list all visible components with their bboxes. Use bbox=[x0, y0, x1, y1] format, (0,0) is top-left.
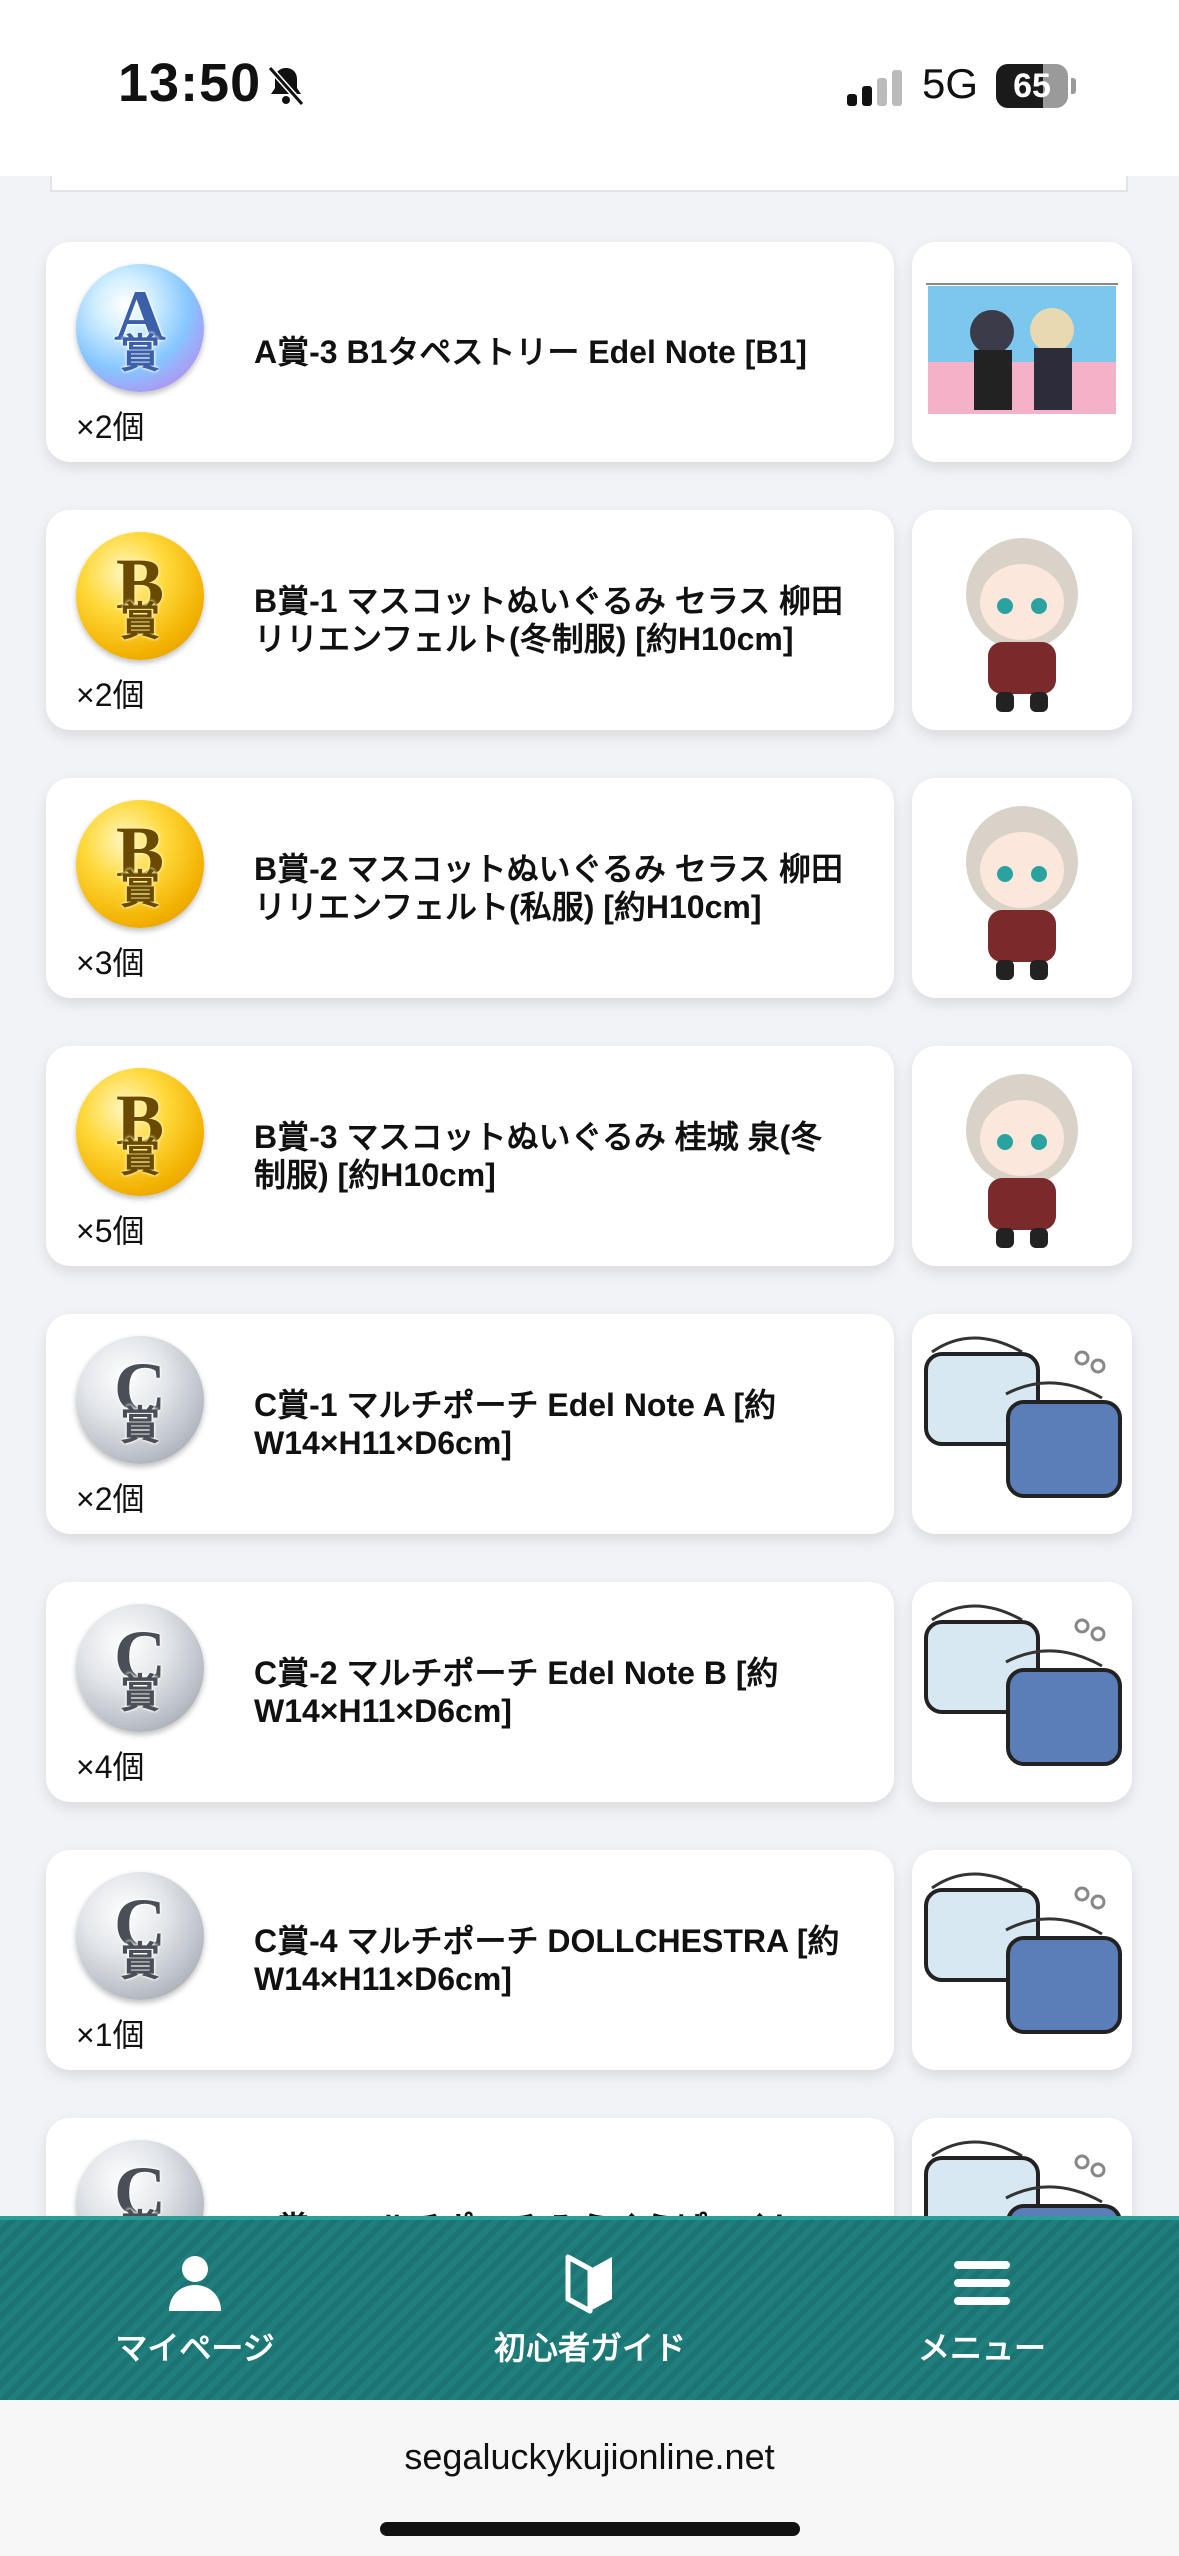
home-indicator[interactable] bbox=[380, 2522, 800, 2536]
bottom-nav: マイページ 初心者ガイド メニュー bbox=[0, 2216, 1179, 2400]
grade-kanji: 賞 bbox=[120, 1671, 160, 1716]
prize-count: ×2個 bbox=[76, 409, 145, 445]
prize-card[interactable]: C 賞 ×1個 C賞-4 マルチポーチ DOLLCHESTRA [約W14×H1… bbox=[46, 1850, 894, 2070]
prize-count: ×2個 bbox=[76, 677, 145, 713]
grade-kanji: 賞 bbox=[120, 1939, 160, 1984]
prize-thumbnail-plush-image[interactable] bbox=[912, 510, 1132, 730]
prize-title: C賞-2 マルチポーチ Edel Note B [約W14×H11×D6cm] bbox=[254, 1655, 779, 1729]
prize-row[interactable]: B 賞 ×3個 B賞-2 マスコットぬいぐるみ セラス 柳田 リリエンフェルト(… bbox=[46, 778, 1132, 998]
pouch-image-icon bbox=[912, 1582, 1132, 1802]
grade-kanji: 賞 bbox=[120, 1135, 160, 1180]
prize-thumbnail-pouch-image[interactable] bbox=[912, 1850, 1132, 2070]
nav-beginner-guide[interactable]: 初心者ガイド bbox=[440, 2220, 740, 2400]
prize-thumbnail-plush-image[interactable] bbox=[912, 1046, 1132, 1266]
prize-card[interactable]: B 賞 ×2個 B賞-1 マスコットぬいぐるみ セラス 柳田 リリエンフェルト(… bbox=[46, 510, 894, 730]
prize-row[interactable]: A 賞 ×2個 A賞-3 B1タペストリー Edel Note [B1] bbox=[46, 242, 1132, 462]
prize-thumbnail-pouch-image[interactable] bbox=[912, 1314, 1132, 1534]
prize-title: B賞-1 マスコットぬいぐるみ セラス 柳田 リリエンフェルト(冬制服) [約H… bbox=[254, 583, 843, 657]
prize-count: ×2個 bbox=[76, 1481, 145, 1517]
prize-grade-badge-icon: B 賞 bbox=[76, 800, 204, 928]
prize-count: ×1個 bbox=[76, 2017, 145, 2053]
prize-row[interactable]: C 賞 ×2個 C賞-1 マルチポーチ Edel Note A [約W14×H1… bbox=[46, 1314, 1132, 1534]
prize-count: ×5個 bbox=[76, 1213, 145, 1249]
prize-row[interactable]: B 賞 ×5個 B賞-3 マスコットぬいぐるみ 桂城 泉(冬制服) [約H10c… bbox=[46, 1046, 1132, 1266]
prize-card[interactable]: C 賞 ×2個 C賞-1 マルチポーチ Edel Note A [約W14×H1… bbox=[46, 1314, 894, 1534]
prize-card[interactable]: A 賞 ×2個 A賞-3 B1タペストリー Edel Note [B1] bbox=[46, 242, 894, 462]
tapestry-image-icon bbox=[912, 242, 1132, 462]
prize-thumbnail-plush-image[interactable] bbox=[912, 778, 1132, 998]
prize-row[interactable]: B 賞 ×2個 B賞-1 マスコットぬいぐるみ セラス 柳田 リリエンフェルト(… bbox=[46, 510, 1132, 730]
previous-panel-edge bbox=[50, 176, 1128, 192]
prize-grade-badge-icon: B 賞 bbox=[76, 532, 204, 660]
prize-grade-badge-icon: C 賞 bbox=[76, 1604, 204, 1732]
prize-card[interactable]: B 賞 ×3個 B賞-2 マスコットぬいぐるみ セラス 柳田 リリエンフェルト(… bbox=[46, 778, 894, 998]
prize-card[interactable]: C 賞 ×4個 C賞-2 マルチポーチ Edel Note B [約W14×H1… bbox=[46, 1582, 894, 1802]
user-icon bbox=[169, 2256, 221, 2311]
prize-count: ×4個 bbox=[76, 1749, 145, 1785]
prize-card[interactable]: B 賞 ×5個 B賞-3 マスコットぬいぐるみ 桂城 泉(冬制服) [約H10c… bbox=[46, 1046, 894, 1266]
plush-image-icon bbox=[912, 510, 1132, 730]
prize-count: ×3個 bbox=[76, 945, 145, 981]
prize-row[interactable]: C 賞 ×1個 C賞-4 マルチポーチ DOLLCHESTRA [約W14×H1… bbox=[46, 1850, 1132, 2070]
nav-menu[interactable]: メニュー bbox=[832, 2220, 1132, 2400]
browser-url-bar[interactable]: segaluckykujionline.net bbox=[0, 2400, 1179, 2556]
grade-kanji: 賞 bbox=[120, 867, 160, 912]
status-time: 13:50 bbox=[118, 53, 262, 113]
prize-grade-badge-icon: B 賞 bbox=[76, 1068, 204, 1196]
prize-grade-badge-icon: C 賞 bbox=[76, 1872, 204, 2000]
plush-image-icon bbox=[912, 1046, 1132, 1266]
url-text[interactable]: segaluckykujionline.net bbox=[0, 2436, 1179, 2478]
pouch-image-icon bbox=[912, 1850, 1132, 2070]
prize-grade-badge-icon: C 賞 bbox=[76, 1336, 204, 1464]
prize-thumbnail-tapestry-image[interactable] bbox=[912, 242, 1132, 462]
grade-kanji: 賞 bbox=[120, 331, 160, 376]
network-type: 5G bbox=[922, 60, 979, 107]
beginner-mark-icon bbox=[565, 2254, 612, 2314]
grade-kanji: 賞 bbox=[120, 599, 160, 644]
prize-title: C賞-4 マルチポーチ DOLLCHESTRA [約W14×H11×D6cm] bbox=[254, 1923, 840, 1997]
prize-title: B賞-3 マスコットぬいぐるみ 桂城 泉(冬制服) [約H10cm] bbox=[254, 1119, 823, 1193]
battery-icon: 65 bbox=[996, 64, 1076, 108]
nav-menu-label: メニュー bbox=[917, 2330, 1046, 2366]
signal-icon bbox=[847, 70, 902, 106]
prize-title: B賞-2 マスコットぬいぐるみ セラス 柳田 リリエンフェルト(私服) [約H1… bbox=[254, 851, 843, 925]
status-bar: 13:50 5G 65 bbox=[0, 0, 1179, 176]
hamburger-menu-icon bbox=[954, 2261, 1010, 2305]
nav-mypage-label: マイページ bbox=[115, 2330, 275, 2366]
prize-title: C賞-1 マルチポーチ Edel Note A [約W14×H11×D6cm] bbox=[254, 1387, 777, 1461]
nav-mypage[interactable]: マイページ bbox=[45, 2220, 345, 2400]
plush-image-icon bbox=[912, 778, 1132, 998]
prize-grade-badge-icon: A 賞 bbox=[76, 264, 204, 392]
pouch-image-icon bbox=[912, 1314, 1132, 1534]
grade-kanji: 賞 bbox=[120, 1403, 160, 1448]
battery-percent: 65 bbox=[1013, 67, 1051, 105]
prize-title: A賞-3 B1タペストリー Edel Note [B1] bbox=[254, 334, 807, 370]
prize-row[interactable]: C 賞 ×4個 C賞-2 マルチポーチ Edel Note B [約W14×H1… bbox=[46, 1582, 1132, 1802]
nav-guide-label: 初心者ガイド bbox=[493, 2330, 686, 2366]
silent-bell-icon bbox=[267, 66, 305, 106]
prize-thumbnail-pouch-image[interactable] bbox=[912, 1582, 1132, 1802]
